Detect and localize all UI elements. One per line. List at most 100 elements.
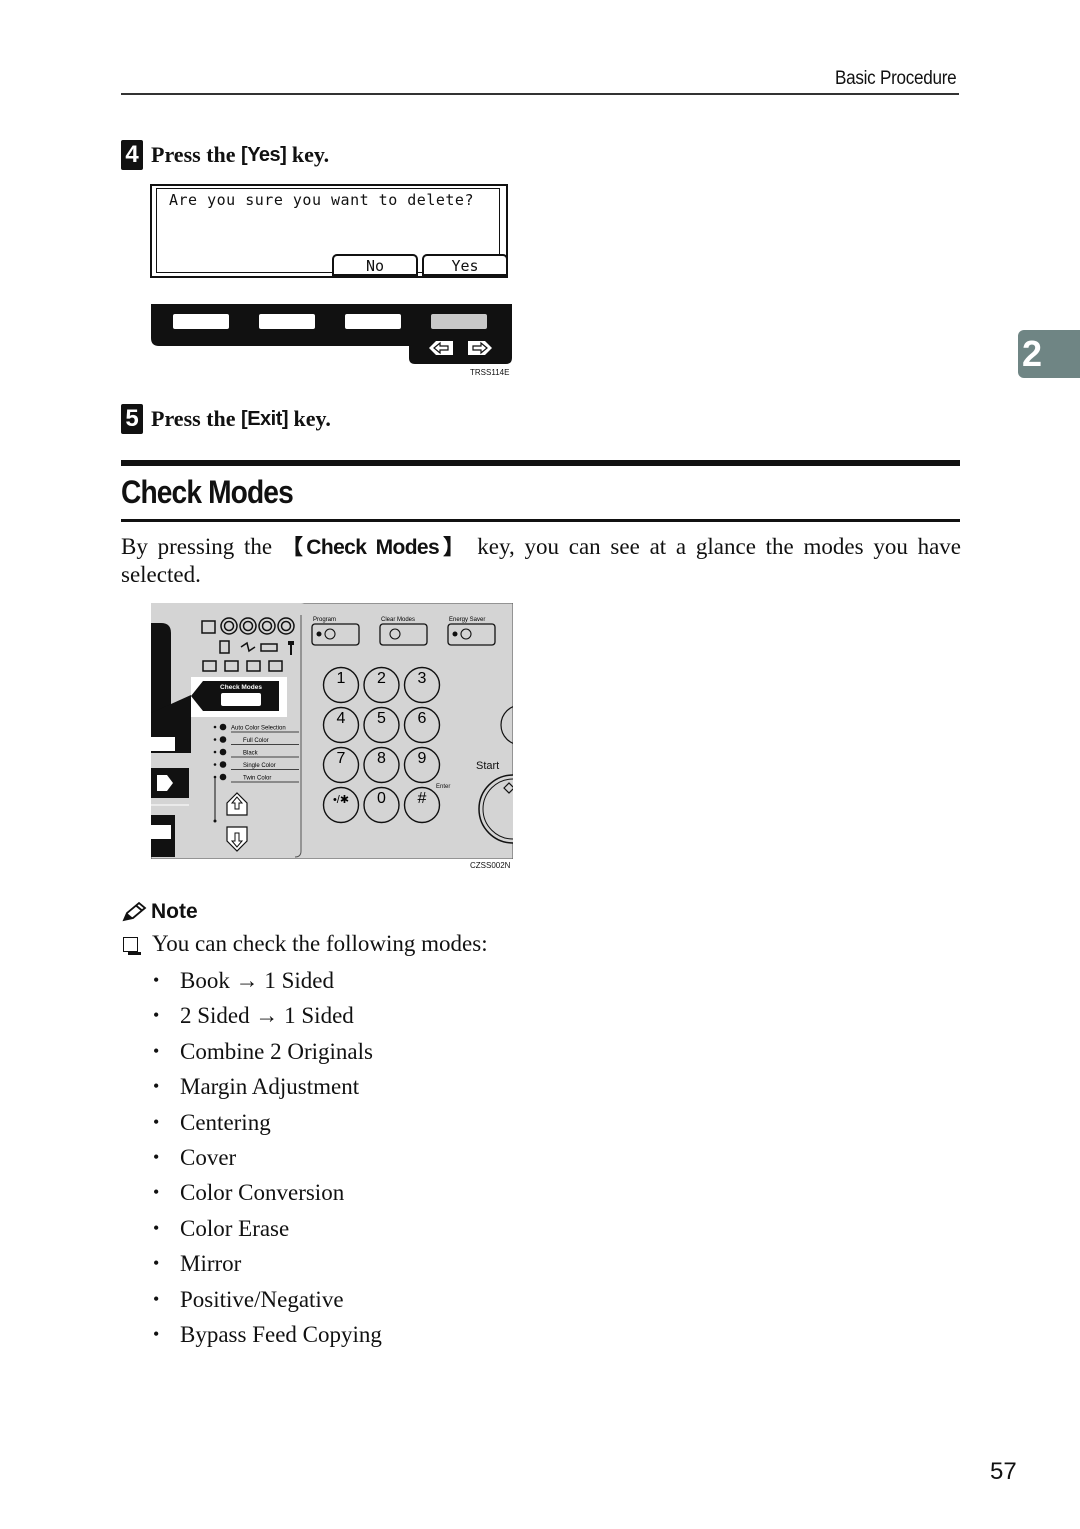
section-title: Check Modes: [121, 474, 294, 510]
mode-list-item: • Combine 2 Originals: [153, 1034, 382, 1069]
mode-list-item: • Bypass Feed Copying: [153, 1317, 382, 1352]
bullet-icon: •: [153, 1111, 160, 1132]
keypad-key[interactable]: #: [403, 786, 441, 824]
bullet-icon: •: [153, 1323, 160, 1344]
function-key-label: Program: [313, 617, 336, 623]
mode-label: Combine 2 Originals: [180, 1038, 373, 1064]
note-lead-text: You can check the following modes:: [152, 931, 488, 956]
mode-label: Centering: [180, 1109, 271, 1135]
bullet-icon: •: [153, 970, 160, 990]
color-mode-label: Single Color: [243, 763, 276, 769]
mode-label: Color Erase: [180, 1215, 290, 1241]
keypad-key-label: 1: [337, 670, 346, 687]
step-5: 5 Press the [Exit] key.: [121, 404, 331, 434]
section-rule-bottom: [121, 519, 960, 522]
function-key-label: Clear Modes: [381, 617, 415, 623]
mode-list: • Book → 1 Sided • 2 Sided → 1 Sided • Combin…: [153, 963, 382, 1352]
check-modes-label: Check Modes: [220, 684, 262, 691]
bullet-icon: •: [153, 1253, 160, 1274]
step-4: 4 Press the [Yes] key.: [121, 140, 329, 170]
step-number: 4: [121, 140, 143, 170]
keypad-key-label: #: [418, 790, 427, 807]
note-lead: You can check the following modes:: [121, 931, 488, 957]
selection-key-4[interactable]: [431, 314, 487, 329]
step-text-prefix: Press the: [151, 406, 242, 431]
keypad-key[interactable]: 2: [363, 666, 400, 704]
bullet-icon: •: [153, 1182, 160, 1203]
keypad-key-label: 3: [418, 670, 427, 687]
keypad-key-label: 2: [377, 670, 386, 687]
section-body: By pressing the 【Check Modes】 key, you c…: [121, 533, 961, 588]
color-mode-label: Black: [243, 751, 259, 757]
lcd-dialog: Are you sure you want to delete? No Yes: [150, 184, 508, 278]
keypad-key-label: 9: [418, 750, 427, 767]
keypad-key[interactable]: 7: [322, 746, 360, 784]
mode-list-item: • Positive/Negative: [153, 1282, 382, 1317]
step-key: [Yes]: [241, 143, 287, 166]
keypad-key-label: 5: [377, 710, 386, 727]
mode-list-item: • Color Erase: [153, 1211, 382, 1246]
panel-key[interactable]: [151, 737, 175, 751]
keypad-key[interactable]: •/✱: [322, 786, 360, 824]
keypad-key[interactable]: 0: [363, 786, 400, 824]
selection-key-2[interactable]: [259, 314, 315, 329]
keypad-key-label: 0: [377, 790, 386, 807]
keypad-key[interactable]: 4: [322, 706, 360, 744]
start-label: Start: [476, 760, 499, 772]
mode-list-item: • Cover: [153, 1140, 382, 1175]
keypad-key-label: 6: [418, 710, 427, 727]
note-heading: Note: [121, 900, 198, 924]
step-text-suffix: key.: [286, 142, 330, 167]
mode-label: Color Conversion: [180, 1180, 345, 1206]
checkbox-bullet-icon: [123, 936, 141, 955]
keypad-key[interactable]: 9: [403, 746, 441, 784]
color-mode-label: Auto Color Selection: [231, 726, 286, 732]
running-head: Basic Procedure: [835, 68, 957, 89]
mode-list-item: • 2 Sided → 1 Sided: [153, 998, 382, 1033]
indicator-icon: [219, 736, 227, 743]
keypad-key[interactable]: 6: [403, 706, 441, 744]
bullet-icon: •: [153, 1146, 160, 1167]
keypad-key-label: 4: [337, 710, 346, 727]
mode-list-item: • Color Conversion: [153, 1175, 382, 1210]
bullet-icon: •: [153, 1040, 160, 1061]
figure-code: CZSS002N: [470, 861, 511, 870]
keypad-key[interactable]: 3: [403, 666, 441, 704]
mode-list-item: • Mirror: [153, 1246, 382, 1281]
mode-label: Margin Adjustment: [180, 1074, 360, 1100]
mode-label: Bypass Feed Copying: [180, 1321, 382, 1347]
note-title: Note: [151, 900, 198, 923]
keypad-key[interactable]: 5: [363, 706, 400, 744]
mode-label: Cover: [180, 1144, 237, 1170]
selection-key-1[interactable]: [173, 314, 229, 329]
mode-label: Book → 1 Sided: [180, 968, 334, 993]
section-rule-top: [121, 460, 960, 466]
keypad-key[interactable]: 1: [322, 666, 360, 704]
no-button[interactable]: No: [332, 254, 418, 276]
keypad-key-label: 7: [337, 750, 346, 767]
mode-list-item: • Margin Adjustment: [153, 1069, 382, 1104]
bullet-icon: •: [153, 1217, 160, 1238]
lcd-message: Are you sure you want to delete?: [169, 191, 474, 209]
keypad-key[interactable]: 8: [363, 746, 400, 784]
page-number: 57: [990, 1458, 1017, 1485]
mode-label: 2 Sided → 1 Sided: [180, 1003, 354, 1029]
mode-list-item: • Book → 1 Sided: [153, 963, 382, 998]
selection-key-3[interactable]: [345, 314, 401, 329]
step-text-prefix: Press the: [151, 142, 242, 167]
indicator-icon: [219, 723, 227, 731]
step-number: 5: [121, 404, 143, 434]
mode-label: Positive/Negative: [180, 1286, 344, 1312]
body-prefix: By pressing the: [121, 534, 282, 559]
pencil-icon: [122, 901, 147, 922]
keypad-key-label: 8: [377, 750, 386, 767]
yes-button[interactable]: Yes: [422, 254, 508, 276]
bullet-icon: •: [153, 1288, 160, 1309]
step-key: [Exit]: [241, 407, 289, 430]
function-key-label: Energy Saver: [449, 617, 485, 623]
figure-code: TRSS114E: [470, 368, 510, 377]
keypad-key-label: •/✱: [333, 794, 349, 806]
color-mode-label: Twin Color: [243, 776, 271, 782]
body-key: 【Check Modes】: [281, 536, 468, 559]
mode-list-item: • Centering: [153, 1105, 382, 1140]
